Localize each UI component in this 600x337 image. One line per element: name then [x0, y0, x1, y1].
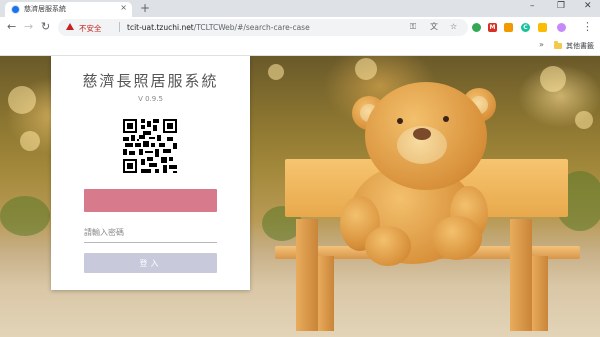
bookmarks-overflow-icon[interactable]: » — [539, 40, 544, 49]
rss-icon[interactable] — [504, 23, 513, 32]
screenshot-ext-icon[interactable] — [538, 23, 547, 32]
minimize-button[interactable]: – — [530, 1, 535, 11]
password-field[interactable] — [84, 222, 217, 243]
page-background: 慈濟長照居服系統 V 0.9.5 登入 — [0, 56, 600, 337]
bokeh-light — [540, 66, 566, 92]
bear-foot-right — [432, 216, 482, 260]
login-button[interactable]: 登入 — [84, 253, 217, 273]
bear-eye-left — [397, 118, 403, 124]
gmail-icon[interactable]: M — [488, 23, 497, 32]
warning-icon[interactable] — [66, 23, 74, 30]
menu-icon[interactable]: ⋮ — [582, 20, 593, 34]
browser-tab[interactable]: 慈濟居服系統 × — [5, 2, 132, 17]
maximize-button[interactable]: ❐ — [557, 1, 565, 11]
bokeh-light — [575, 111, 593, 129]
qr-code-icon — [123, 119, 177, 173]
tab-title: 慈濟居服系統 — [24, 5, 66, 13]
tab-strip: 慈濟居服系統 × + – ❐ ✕ — [0, 0, 600, 17]
bench-leg — [510, 219, 532, 331]
close-window-button[interactable]: ✕ — [584, 1, 592, 11]
address-separator — [119, 22, 120, 32]
translate-icon[interactable]: 文 — [430, 22, 438, 32]
foliage — [0, 196, 50, 236]
url-path: /TCLTCWeb/#/search-care-case — [193, 23, 310, 32]
new-tab-button[interactable]: + — [140, 1, 150, 15]
key-icon[interactable]: ⚿ — [410, 22, 416, 32]
bookmarks-bar: » 其他書籤 — [0, 38, 600, 56]
tab-close-icon[interactable]: × — [120, 3, 127, 12]
browser-toolbar: ← → ↻ 不安全 tcit-uat.tzuchi.net/TCLTCWeb/#… — [0, 17, 600, 38]
site-favicon-icon — [12, 6, 19, 13]
address-bar[interactable]: 不安全 tcit-uat.tzuchi.net/TCLTCWeb/#/searc… — [58, 19, 468, 36]
chrome-ext-icon[interactable] — [472, 23, 481, 32]
bear-nose — [413, 128, 431, 140]
bokeh-light — [8, 86, 36, 114]
version-label: V 0.9.5 — [138, 95, 163, 103]
folder-icon[interactable] — [554, 41, 562, 49]
back-button[interactable]: ← — [7, 20, 16, 34]
grammarly-icon[interactable]: C — [521, 23, 530, 32]
forward-button[interactable]: → — [24, 20, 33, 34]
bench-leg — [296, 219, 318, 331]
bench-leg — [532, 256, 548, 331]
other-bookmarks-folder[interactable]: 其他書籤 — [566, 41, 594, 51]
bear-eye-right — [443, 116, 449, 122]
bear-foot-left — [365, 226, 411, 266]
bokeh-light — [355, 58, 377, 80]
page-title: 慈濟長照居服系統 — [82, 72, 219, 90]
security-label[interactable]: 不安全 — [79, 23, 102, 34]
url-host: tcit-uat.tzuchi.net — [127, 23, 194, 32]
profile-icon[interactable] — [557, 23, 566, 32]
login-card: 慈濟長照居服系統 V 0.9.5 登入 — [51, 56, 250, 290]
reload-button[interactable]: ↻ — [41, 20, 50, 34]
account-field[interactable] — [84, 189, 217, 212]
url-text[interactable]: tcit-uat.tzuchi.net/TCLTCWeb/#/search-ca… — [127, 23, 310, 32]
bokeh-light — [20, 131, 40, 151]
bokeh-light — [268, 64, 284, 80]
star-icon[interactable]: ☆ — [450, 22, 457, 32]
bench-leg — [318, 256, 334, 331]
